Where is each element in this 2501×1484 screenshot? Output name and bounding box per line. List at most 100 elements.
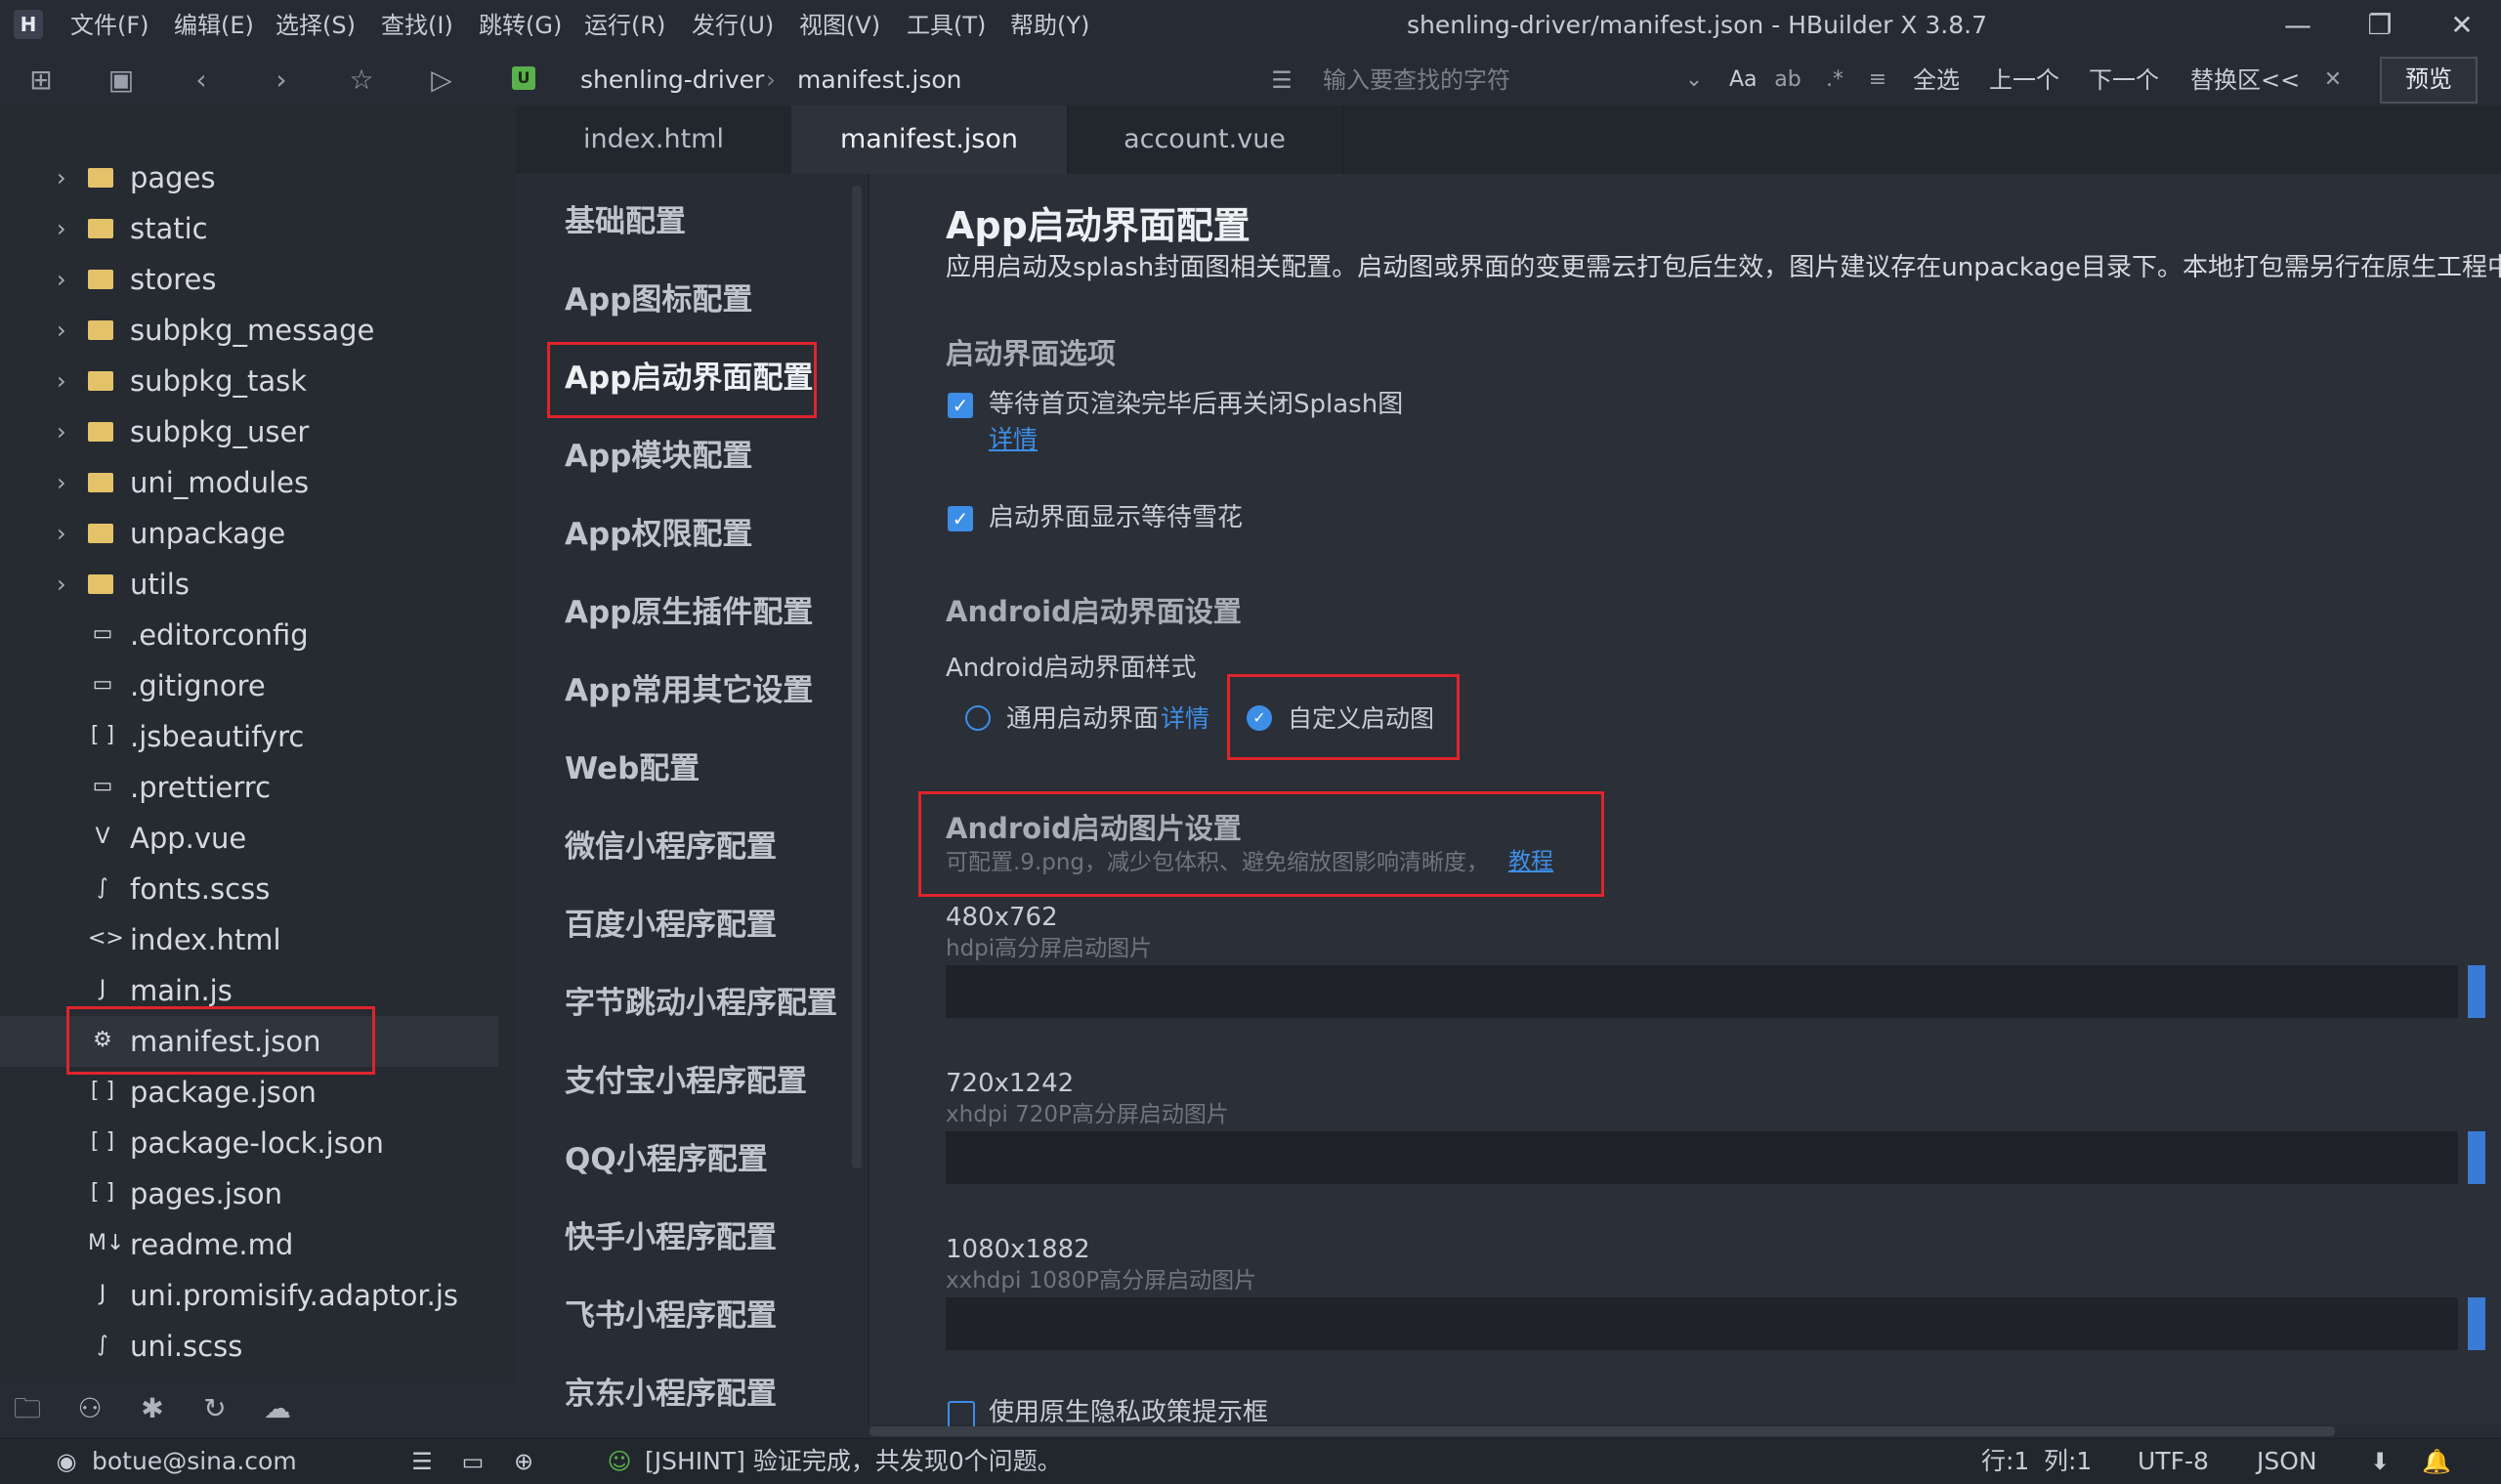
settings-nav-item[interactable]: 飞书小程序配置 xyxy=(565,1292,777,1340)
tab-account-vue[interactable]: account.vue xyxy=(1067,106,1343,174)
settings-nav-item[interactable]: 字节跳动小程序配置 xyxy=(565,979,837,1028)
tree-item[interactable]: [ ] package-lock.json xyxy=(0,1118,498,1168)
tab-index-html[interactable]: index.html xyxy=(516,106,792,174)
chevron-right-icon[interactable]: › xyxy=(57,356,66,406)
tree-item[interactable]: ▭ .editorconfig xyxy=(0,610,498,660)
tree-item[interactable]: M↓ readme.md xyxy=(0,1219,498,1270)
settings-nav-item[interactable]: 百度小程序配置 xyxy=(565,901,777,950)
settings-nav-item[interactable]: 京东小程序配置 xyxy=(565,1370,777,1419)
chevron-right-icon[interactable]: › xyxy=(57,508,66,559)
git-icon[interactable]: ↻ xyxy=(195,1389,234,1428)
menu-run[interactable]: 运行(R) xyxy=(584,8,665,43)
menu-select[interactable]: 选择(S) xyxy=(276,8,356,43)
tutorial-link[interactable]: 教程 xyxy=(1508,846,1553,877)
image-path-hdpi[interactable] xyxy=(946,965,2458,1018)
tree-item[interactable]: Juni.promisify.adaptor.js xyxy=(0,1270,498,1321)
image-browse-xhdpi[interactable] xyxy=(2468,1131,2485,1184)
menu-tools[interactable]: 工具(T) xyxy=(907,8,986,43)
tree-item[interactable]: ▭ .gitignore xyxy=(0,660,498,711)
minimize-button[interactable]: — xyxy=(2268,6,2327,45)
chevron-right-icon[interactable]: › xyxy=(57,152,66,203)
menu-view[interactable]: 视图(V) xyxy=(799,8,880,43)
file-encoding[interactable]: UTF-8 xyxy=(2138,1444,2209,1479)
tree-item[interactable]: V App.vue xyxy=(0,813,498,864)
radio-custom-splash[interactable]: ✓ xyxy=(1247,705,1272,731)
file-language[interactable]: JSON xyxy=(2257,1444,2317,1479)
match-case-button[interactable]: Aa xyxy=(1729,63,1758,98)
tree-item[interactable]: [ ] pages.json xyxy=(0,1168,498,1219)
tree-item[interactable]: <> index.html xyxy=(0,914,498,965)
menu-find[interactable]: 查找(I) xyxy=(381,8,453,43)
tab-manifest-json[interactable]: manifest.json xyxy=(791,106,1068,174)
settings-nav-item[interactable]: App常用其它设置 xyxy=(565,666,813,715)
find-input[interactable]: 输入要查找的字符 xyxy=(1323,63,1674,98)
radio-default-details-link[interactable]: 详情 xyxy=(1161,701,1209,737)
tree-item[interactable]: › static xyxy=(0,203,498,254)
preview-button[interactable]: 预览 xyxy=(2380,57,2478,104)
regex-icon[interactable]: .* xyxy=(1815,61,1854,100)
settings-nav-item[interactable]: 微信小程序配置 xyxy=(565,823,777,871)
chevron-down-icon[interactable]: ⌄ xyxy=(1674,61,1714,100)
menu-edit[interactable]: 编辑(E) xyxy=(174,8,254,43)
replace-toggle-button[interactable]: 替换区<< xyxy=(2190,63,2300,98)
tree-item[interactable]: ▭ .prettierrc xyxy=(0,762,498,813)
find-next-button[interactable]: 下一个 xyxy=(2089,63,2159,98)
user-account[interactable]: botue@sina.com xyxy=(92,1444,297,1479)
settings-nav-item[interactable]: App模块配置 xyxy=(565,432,752,481)
tree-item[interactable]: › subpkg_user xyxy=(0,406,498,457)
cursor-col[interactable]: 列:1 xyxy=(2044,1444,2092,1479)
tree-item[interactable]: ∫ uni.scss xyxy=(0,1321,498,1372)
tree-item[interactable]: ∫ fonts.scss xyxy=(0,864,498,914)
bell-icon[interactable]: 🔔 xyxy=(2419,1444,2454,1479)
menu-file[interactable]: 文件(F) xyxy=(70,8,149,43)
outline-icon[interactable]: ☰ xyxy=(404,1444,440,1479)
tree-item[interactable]: [ ] .jsbeautifyrc xyxy=(0,711,498,762)
binoculars-icon[interactable]: ⚇ xyxy=(70,1389,109,1428)
settings-nav-scrollbar[interactable] xyxy=(852,186,862,1168)
show-snowflake-checkbox[interactable]: ✓ xyxy=(948,506,973,531)
image-path-xhdpi[interactable] xyxy=(946,1131,2458,1184)
settings-nav-item[interactable]: QQ小程序配置 xyxy=(565,1135,768,1184)
close-find-icon[interactable]: ✕ xyxy=(2313,61,2353,100)
image-browse-xxhdpi[interactable] xyxy=(2468,1297,2485,1350)
files-icon[interactable]: 🗀 xyxy=(8,1389,47,1428)
settings-nav-item[interactable]: 基础配置 xyxy=(565,197,686,246)
chevron-right-icon[interactable]: › xyxy=(57,406,66,457)
plugin-icon[interactable]: ✱ xyxy=(133,1389,172,1428)
chevron-right-icon[interactable]: › xyxy=(57,254,66,305)
chevron-right-icon[interactable]: › xyxy=(57,559,66,610)
tree-item[interactable]: › utils xyxy=(0,559,498,610)
in-selection-icon[interactable]: ≡ xyxy=(1858,61,1897,100)
radio-default-splash[interactable] xyxy=(965,705,991,731)
settings-nav-item[interactable]: Web配置 xyxy=(565,744,699,793)
image-browse-hdpi[interactable] xyxy=(2468,965,2485,1018)
terminal-icon[interactable]: ▭ xyxy=(455,1444,490,1479)
select-all-button[interactable]: 全选 xyxy=(1913,63,1960,98)
cloud-icon[interactable]: ☁ xyxy=(258,1389,297,1428)
settings-nav-item[interactable]: App原生插件配置 xyxy=(565,588,813,637)
back-icon[interactable]: ‹ xyxy=(182,61,221,100)
download-icon[interactable]: ⬇ xyxy=(2362,1444,2397,1479)
chevron-right-icon[interactable]: › xyxy=(57,203,66,254)
find-prev-button[interactable]: 上一个 xyxy=(1989,63,2059,98)
whole-word-icon[interactable]: ab xyxy=(1768,61,1807,100)
menu-help[interactable]: 帮助(Y) xyxy=(1010,8,1089,43)
tree-item[interactable]: › pages xyxy=(0,152,498,203)
chevron-right-icon[interactable]: › xyxy=(57,457,66,508)
forward-icon[interactable]: › xyxy=(262,61,301,100)
restore-button[interactable]: ❐ xyxy=(2351,6,2409,45)
breadcrumb-project[interactable]: shenling-driver xyxy=(580,63,764,98)
tree-item[interactable]: › uni_modules xyxy=(0,457,498,508)
cursor-line[interactable]: 行:1 xyxy=(1981,1444,2029,1479)
menu-publish[interactable]: 发行(U) xyxy=(692,8,774,43)
tree-item[interactable]: › unpackage xyxy=(0,508,498,559)
chevron-right-icon[interactable]: › xyxy=(57,305,66,356)
settings-nav-item[interactable]: App权限配置 xyxy=(565,510,752,559)
tree-item[interactable]: › subpkg_task xyxy=(0,356,498,406)
settings-nav-item[interactable]: 快手小程序配置 xyxy=(565,1213,777,1262)
image-path-xxhdpi[interactable] xyxy=(946,1297,2458,1350)
settings-nav-item[interactable]: App图标配置 xyxy=(565,276,752,324)
wait-render-details-link[interactable]: 详情 xyxy=(989,422,1038,457)
privacy-checkbox[interactable] xyxy=(948,1401,975,1428)
breadcrumb-file[interactable]: manifest.json xyxy=(797,63,962,98)
